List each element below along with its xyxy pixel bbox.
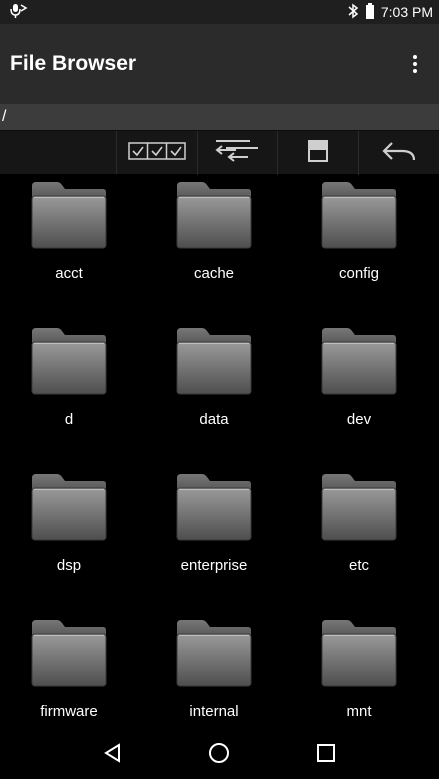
toolbar-spacer bbox=[0, 131, 117, 174]
mic-notification-icon bbox=[10, 3, 28, 22]
battery-icon bbox=[365, 2, 375, 22]
folder-icon bbox=[29, 618, 109, 693]
folder-icon bbox=[174, 180, 254, 255]
folder-label: firmware bbox=[40, 703, 98, 720]
folder-item[interactable]: firmware bbox=[0, 618, 142, 720]
folder-label: acct bbox=[55, 265, 83, 282]
folder-icon bbox=[319, 618, 399, 693]
folder-label: enterprise bbox=[180, 557, 248, 574]
folder-item[interactable]: data bbox=[141, 326, 287, 428]
toolbar bbox=[0, 130, 439, 175]
folder-item[interactable]: d bbox=[0, 326, 142, 428]
folder-label: config bbox=[338, 265, 380, 282]
folder-icon bbox=[319, 180, 399, 255]
back-arrow-icon bbox=[382, 140, 416, 167]
folder-item[interactable]: cache bbox=[141, 180, 287, 282]
folder-label: dsp bbox=[56, 557, 82, 574]
folder-label: cache bbox=[193, 265, 235, 282]
status-time: 7:03 PM bbox=[380, 4, 433, 20]
recents-square-icon[interactable] bbox=[306, 733, 346, 773]
folder-label: data bbox=[199, 411, 229, 428]
checkbox-row-icon bbox=[128, 141, 186, 165]
folder-icon bbox=[319, 472, 399, 547]
app-bar: File Browser bbox=[0, 24, 439, 104]
status-right: 7:03 PM bbox=[347, 2, 433, 22]
multi-select-button[interactable] bbox=[117, 131, 198, 175]
folder-label: internal bbox=[189, 703, 239, 720]
folder-item[interactable]: internal bbox=[141, 618, 287, 720]
back-button[interactable] bbox=[359, 131, 439, 175]
home-circle-icon[interactable] bbox=[199, 733, 239, 773]
folder-label: etc bbox=[348, 557, 369, 574]
current-path: / bbox=[0, 104, 439, 130]
save-button[interactable] bbox=[278, 131, 359, 175]
up-directory-icon bbox=[214, 138, 260, 169]
folder-icon bbox=[29, 180, 109, 255]
app-title: File Browser bbox=[10, 52, 137, 75]
folder-icon bbox=[29, 472, 109, 547]
status-left bbox=[10, 3, 28, 22]
more-vertical-icon[interactable] bbox=[403, 44, 427, 84]
status-bar: 7:03 PM bbox=[0, 0, 439, 24]
folder-icon bbox=[319, 326, 399, 401]
folder-item[interactable]: etc bbox=[286, 472, 432, 574]
navigation-bar bbox=[0, 727, 439, 779]
folder-label: mnt bbox=[346, 703, 372, 720]
bluetooth-icon bbox=[347, 3, 359, 22]
save-icon bbox=[307, 139, 329, 168]
folder-item[interactable]: dev bbox=[286, 326, 432, 428]
folder-icon bbox=[174, 472, 254, 547]
folder-item[interactable]: config bbox=[286, 180, 432, 282]
folder-item[interactable]: dsp bbox=[0, 472, 142, 574]
folder-icon bbox=[174, 326, 254, 401]
folder-icon bbox=[29, 326, 109, 401]
folder-item[interactable]: enterprise bbox=[141, 472, 287, 574]
folder-icon bbox=[174, 618, 254, 693]
folder-label: d bbox=[64, 411, 74, 428]
folder-item[interactable]: acct bbox=[0, 180, 142, 282]
folder-item[interactable]: mnt bbox=[286, 618, 432, 720]
back-triangle-icon[interactable] bbox=[93, 733, 133, 773]
go-up-button[interactable] bbox=[198, 131, 278, 175]
folder-label: dev bbox=[346, 411, 372, 428]
